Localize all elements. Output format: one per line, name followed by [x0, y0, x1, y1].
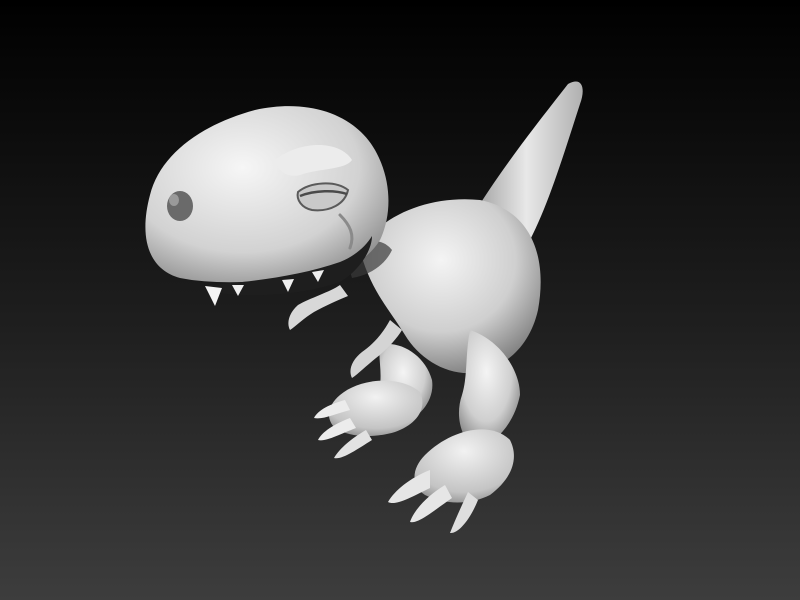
dino-tooth — [205, 286, 222, 306]
hind-toe — [388, 470, 430, 504]
dino-hind-foot — [414, 429, 514, 503]
dino-nostril-highlight — [169, 194, 179, 206]
render-viewport — [0, 0, 800, 600]
dinosaur-sculpt-icon — [145, 81, 583, 534]
